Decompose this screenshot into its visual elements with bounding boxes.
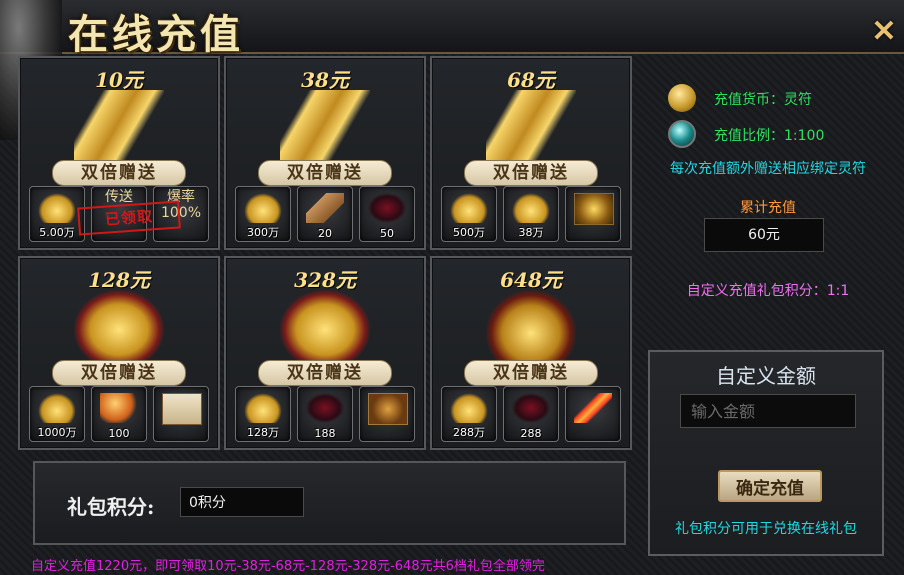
gold-talisman-icon [486,290,576,362]
bonus-note: 每次充值额外赠送相应绑定灵符 [670,161,866,177]
package-card[interactable]: 68元双倍赠送 500万 38万 [430,56,632,250]
teal-orb-icon [668,120,696,148]
ratio-text: 充值比例：1:100 [714,128,825,144]
gold-ingot-icon [38,393,76,423]
window-title: 在线充值 [68,11,244,58]
reward-quantity: 1000万 [37,426,77,439]
reward-slot[interactable]: 288 [503,386,559,442]
package-card[interactable]: 38元双倍赠送 300万 20 50 [224,56,426,250]
flame-sword-icon [574,393,612,423]
close-button[interactable]: ✕ [870,15,898,48]
gold-ingot-icon [450,393,488,423]
dark-armor-icon [306,393,344,423]
double-bonus-banner: 双倍赠送 [258,360,392,386]
gold-ingot-icon [512,193,550,223]
reward-quantity: 300万 [247,226,279,239]
reward-slots: 300万 20 50 [235,186,415,242]
custom-amount-panel: 自定义金额 确定充值 礼包积分可用于兑换在线礼包 [648,350,884,556]
package-price: 648元 [500,268,562,292]
reward-quantity: 50 [380,227,394,240]
reward-slot[interactable] [359,386,415,442]
reward-slot[interactable]: 5.00万 [29,186,85,242]
reward-quantity: 188 [314,427,336,440]
dark-armor-icon [368,193,406,223]
gold-talisman-icon [486,90,576,162]
gold-talisman-icon [74,290,164,362]
gift-points-label: 礼包积分: [67,495,155,519]
double-bonus-banner: 双倍赠送 [464,160,598,186]
reward-slots: 288万 288 [441,386,621,442]
gold-talisman-icon [74,90,164,162]
sidebar: 充值货币：灵符 充值比例：1:100 每次充值额外赠送相应绑定灵符 累计充值 6… [642,56,894,556]
reward-quantity: 20 [318,227,332,240]
total-label: 累计充值 [740,200,796,216]
reward-slots: 500万 38万 [441,186,621,242]
reward-slot[interactable]: 288万 [441,386,497,442]
reward-quantity: 288 [520,427,542,440]
double-bonus-banner: 双倍赠送 [52,360,186,386]
double-bonus-banner: 双倍赠送 [258,160,392,186]
orange-orb-icon [100,393,138,423]
dragon-emblem-icon [368,393,408,425]
package-grid: 10元 双倍赠送 5.00万 传送 爆率 100% 38元 双倍赠送 300万 20 50 68元双… [18,56,638,452]
package-price: 68元 [507,68,555,92]
reward-quantity: 288万 [453,426,485,439]
footer-note: 自定义充值1220元，即可领取10元-38元-68元-128元-328元-648… [31,559,545,574]
gift-points-panel: 礼包积分: 0积分 [33,461,626,545]
reward-slot[interactable] [565,186,621,242]
reward-slots: 1000万 100 [29,386,209,442]
gold-talisman-icon [280,290,370,362]
custom-amount-header: 自定义金额 [716,364,816,388]
custom-points-note: 自定义充值礼包积分：1:1 [686,283,850,299]
scroll-art-icon [162,393,202,425]
gold-ingot-icon [244,393,282,423]
gift-points-value: 0积分 [180,487,304,517]
double-bonus-banner: 双倍赠送 [464,360,598,386]
exchange-tip: 礼包积分可用于兑换在线礼包 [675,521,857,537]
reward-slot[interactable]: 50 [359,186,415,242]
reward-slot[interactable]: 500万 [441,186,497,242]
reward-slot[interactable]: 128万 [235,386,291,442]
gold-coin-icon [668,84,696,112]
package-price: 38元 [301,68,349,92]
gold-ingot-icon [450,193,488,223]
reward-slot[interactable]: 1000万 [29,386,85,442]
package-card[interactable]: 328元双倍赠送 128万 188 [224,256,426,450]
close-icon: ✕ [871,15,897,48]
recharge-window: 在线充值 ✕ 10元 双倍赠送 5.00万 传送 爆率 100% 38元 双倍赠送 300万 2… [0,0,904,575]
reward-slot[interactable]: 300万 [235,186,291,242]
treasure-icon [574,193,614,225]
reward-slot[interactable]: 20 [297,186,353,242]
reward-slot[interactable]: 38万 [503,186,559,242]
package-card[interactable]: 648元双倍赠送 288万 288 [430,256,632,450]
package-price: 128元 [88,268,150,292]
total-value: 60元 [704,218,824,252]
reward-quantity: 100 [108,427,130,440]
dark-armor-icon [512,393,550,423]
reward-quantity: 128万 [247,426,279,439]
package-card[interactable]: 128元双倍赠送 1000万 100 [18,256,220,450]
package-price: 10元 [95,68,143,92]
reward-quantity: 500万 [453,226,485,239]
currency-text: 充值货币：灵符 [714,92,812,108]
reward-slot[interactable] [153,386,209,442]
reward-slot[interactable]: 100 [91,386,147,442]
reward-quantity: 38万 [518,226,544,239]
reward-slots: 128万 188 [235,386,415,442]
double-bonus-banner: 双倍赠送 [52,160,186,186]
reward-quantity: 5.00万 [39,226,75,239]
gold-ingot-icon [38,193,76,223]
gold-talisman-icon [280,90,370,162]
scroll-icon [306,193,344,223]
amount-input[interactable] [680,394,856,428]
confirm-recharge-button[interactable]: 确定充值 [718,470,822,502]
reward-slot[interactable] [565,386,621,442]
package-price: 328元 [294,268,356,292]
reward-slot[interactable]: 188 [297,386,353,442]
gold-ingot-icon [244,193,282,223]
